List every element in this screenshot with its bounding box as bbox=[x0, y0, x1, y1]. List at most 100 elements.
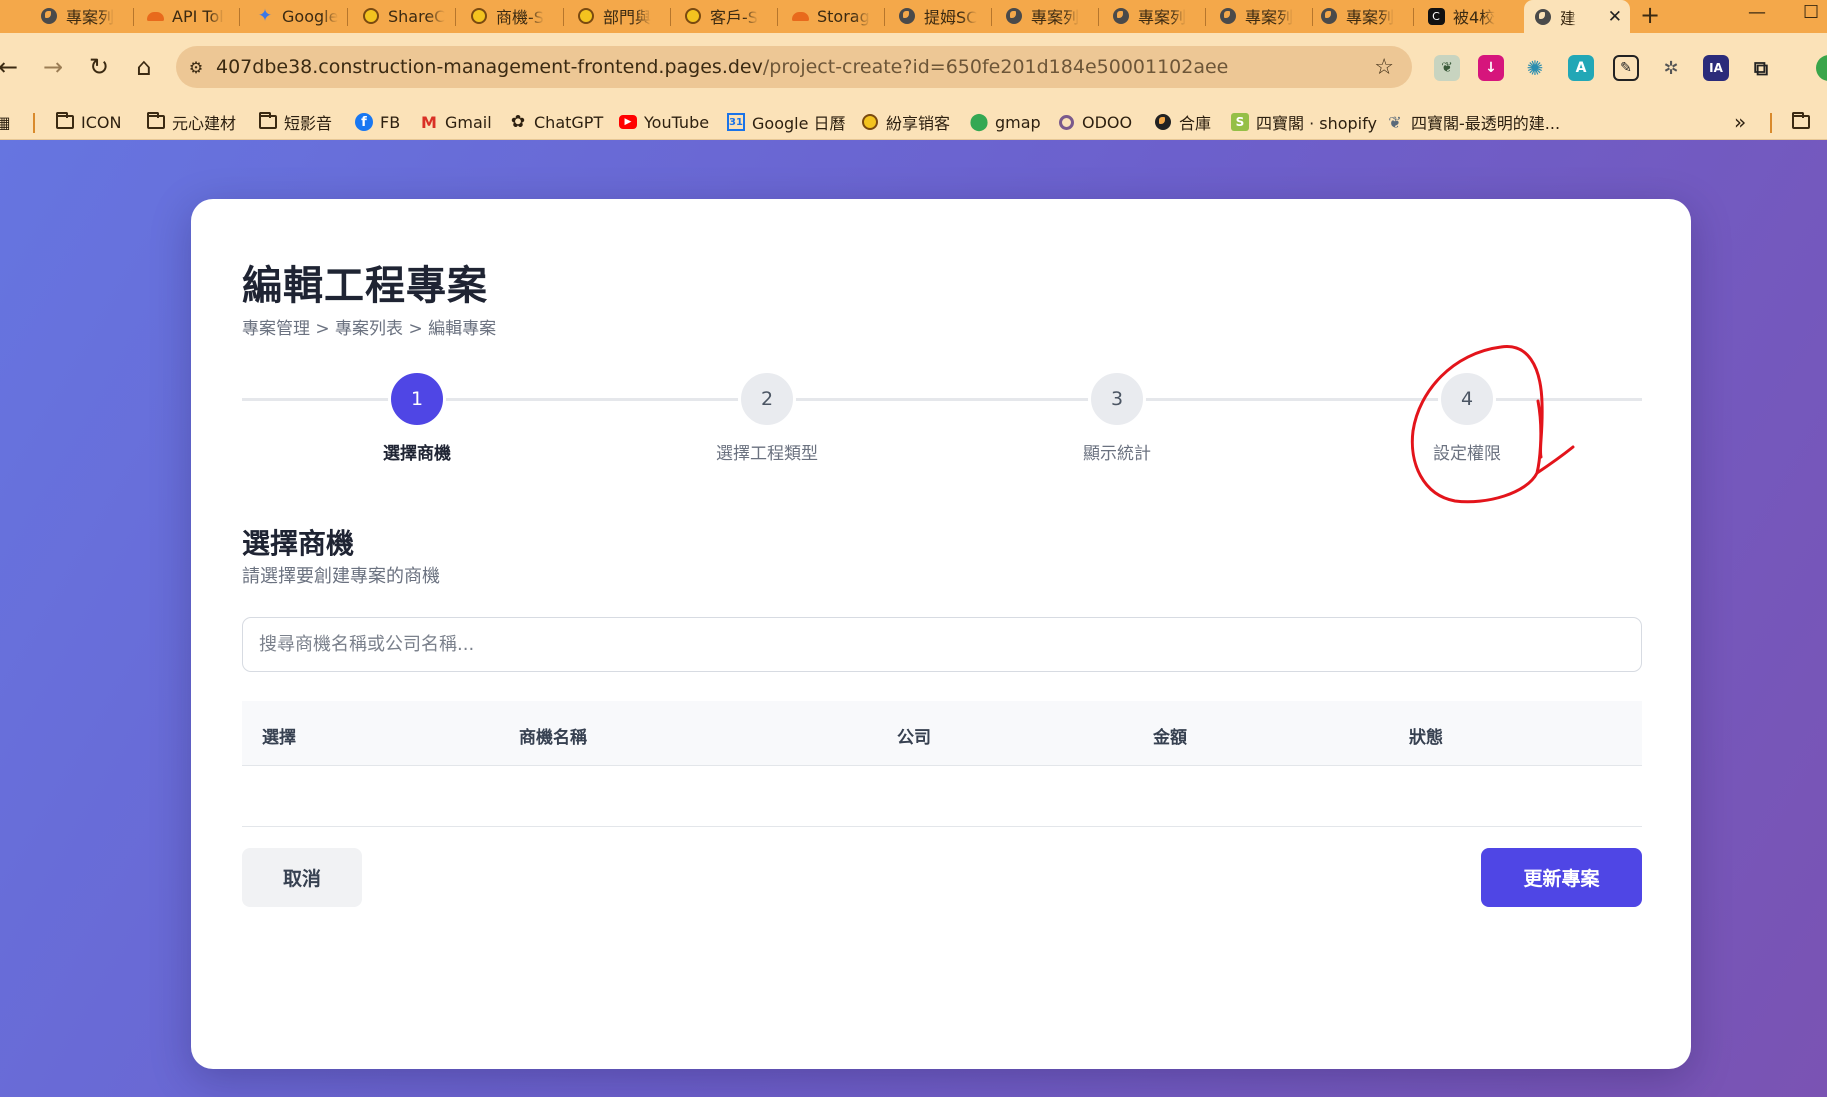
browser-tab[interactable]: ShareC bbox=[352, 2, 456, 30]
browser-tab[interactable]: API Tol bbox=[136, 2, 240, 30]
tab-title: 建 bbox=[1560, 8, 1577, 28]
browser-tab[interactable]: 部門與 bbox=[567, 2, 671, 30]
other-bookmarks-folder[interactable] bbox=[1792, 110, 1810, 134]
globe-icon bbox=[40, 7, 58, 25]
tab-title: 專案列 bbox=[1346, 8, 1395, 27]
tab-title: 專案列 bbox=[66, 8, 115, 27]
step-number: 2 bbox=[738, 370, 796, 428]
bookmarks-overflow-button[interactable]: » bbox=[1734, 110, 1746, 134]
bookmark-item[interactable]: ⬤ gmap bbox=[969, 110, 1040, 134]
arrow-right-icon: → bbox=[42, 53, 64, 81]
browser-tab[interactable]: C 被4校 bbox=[1417, 2, 1521, 30]
extension-translate-icon[interactable]: A bbox=[1568, 55, 1594, 81]
page-background: 編輯工程專案 專案管理 > 專案列表 > 編輯專案 1 選擇商機 2 選擇工程類… bbox=[0, 140, 1827, 1097]
youtube-icon: ▶ bbox=[619, 115, 637, 129]
browser-tab[interactable]: 專案列 bbox=[1209, 2, 1313, 30]
extension-leaf-icon[interactable]: ❦ bbox=[1434, 55, 1460, 81]
table-header-row: 選擇 商機名稱 公司 金額 狀態 bbox=[242, 701, 1642, 766]
section-subtitle: 請選擇要創建專案的商機 bbox=[242, 566, 440, 587]
step-select-opportunity[interactable]: 1 選擇商機 bbox=[317, 369, 517, 464]
bee-icon bbox=[684, 7, 702, 25]
map-pin-icon: ⬤ bbox=[969, 112, 989, 132]
browser-tab[interactable]: 專案列 bbox=[995, 2, 1099, 30]
step-set-permissions[interactable]: 4 設定權限 bbox=[1367, 369, 1567, 464]
browser-tab[interactable]: Storag bbox=[781, 2, 885, 30]
step-show-statistics[interactable]: 3 顯示統計 bbox=[1017, 369, 1217, 464]
column-header-opportunity-name[interactable]: 商機名稱 bbox=[519, 723, 587, 748]
bookmark-item[interactable]: 短影音 bbox=[259, 110, 332, 134]
url-text[interactable]: 407dbe38.construction-management-fronten… bbox=[216, 56, 1228, 78]
column-header-status[interactable]: 狀態 bbox=[1409, 723, 1443, 748]
bookmark-item[interactable]: f FB bbox=[355, 110, 400, 134]
back-button[interactable]: ← bbox=[0, 47, 28, 87]
folder-icon bbox=[56, 112, 74, 131]
browser-tab[interactable]: 專案列 bbox=[30, 2, 134, 30]
chatgpt-icon: ✿ bbox=[510, 112, 526, 132]
browser-tab[interactable]: 專案列 bbox=[1102, 2, 1206, 30]
extension-edit-icon[interactable]: ✎ bbox=[1613, 55, 1639, 81]
tab-title: 專案列 bbox=[1138, 8, 1187, 27]
home-button[interactable]: ⌂ bbox=[124, 47, 164, 87]
odoo-icon bbox=[1057, 113, 1075, 131]
new-tab-button[interactable]: + bbox=[1640, 1, 1660, 29]
bookmarks-bar: ▦ ICON 元心建材 短影音 f FB M Gmail ✿ ChatGPT ▶ You… bbox=[0, 103, 1827, 140]
extension-ai-icon[interactable]: ✺ bbox=[1522, 55, 1548, 81]
site-settings-icon[interactable]: ⚙ bbox=[176, 58, 216, 77]
bookmark-item[interactable]: ✿ ChatGPT bbox=[509, 110, 603, 134]
bookmark-item[interactable]: ICON bbox=[56, 110, 121, 134]
butterfly-icon: ❦ bbox=[1388, 112, 1402, 132]
opportunity-search-input[interactable] bbox=[242, 617, 1642, 672]
column-header-select[interactable]: 選擇 bbox=[262, 723, 296, 748]
facebook-icon: f bbox=[355, 113, 373, 131]
browser-tab[interactable]: 專案列 bbox=[1310, 2, 1414, 30]
globe-icon bbox=[898, 7, 916, 25]
bookmark-item[interactable]: ODOO bbox=[1057, 110, 1132, 134]
close-icon[interactable]: ✕ bbox=[1608, 7, 1622, 27]
step-select-project-type[interactable]: 2 選擇工程類型 bbox=[667, 369, 867, 464]
extension-ia-icon[interactable]: IA bbox=[1703, 55, 1729, 81]
apps-grid-icon: ▦ bbox=[0, 112, 11, 132]
forward-button[interactable]: → bbox=[33, 47, 73, 87]
tab-title: 被4校 bbox=[1453, 8, 1496, 27]
column-header-company[interactable]: 公司 bbox=[897, 723, 931, 748]
browser-tab[interactable]: 客戶-S bbox=[674, 2, 778, 30]
browser-tab[interactable]: 提姆SC bbox=[888, 2, 992, 30]
bookmark-item[interactable]: ▶ YouTube bbox=[619, 110, 709, 134]
address-bar[interactable]: ⚙ 407dbe38.construction-management-front… bbox=[176, 46, 1412, 88]
browser-tab[interactable]: ✦ Google bbox=[246, 2, 348, 30]
profile-avatar[interactable] bbox=[1816, 55, 1827, 81]
cloud-icon bbox=[791, 7, 809, 25]
reload-button[interactable]: ↻ bbox=[79, 47, 119, 87]
tab-list-button[interactable]: ⌄ bbox=[0, 2, 4, 30]
bookmark-item[interactable]: 元心建材 bbox=[147, 110, 236, 134]
opportunity-table: 選擇 商機名稱 公司 金額 狀態 bbox=[242, 701, 1642, 827]
step-number: 1 bbox=[388, 370, 446, 428]
maximize-button[interactable]: ☐ bbox=[1803, 2, 1819, 23]
step-number: 3 bbox=[1088, 370, 1146, 428]
column-header-amount[interactable]: 金額 bbox=[1153, 723, 1187, 748]
bookmark-item[interactable]: M Gmail bbox=[420, 110, 492, 134]
tab-title: 客戶-S bbox=[710, 8, 758, 27]
browser-tab[interactable]: 商機-S bbox=[460, 2, 564, 30]
cancel-button[interactable]: 取消 bbox=[242, 848, 362, 907]
extension-bug-icon[interactable]: ✲ bbox=[1658, 55, 1684, 81]
apps-button[interactable]: ▦ bbox=[0, 110, 12, 134]
folder-icon bbox=[147, 112, 165, 131]
extension-download-icon[interactable]: ↓ bbox=[1478, 55, 1504, 81]
minimize-button[interactable]: — bbox=[1748, 2, 1766, 23]
edit-project-card: 編輯工程專案 專案管理 > 專案列表 > 編輯專案 1 選擇商機 2 選擇工程類… bbox=[191, 199, 1691, 1069]
bookmark-star-icon[interactable]: ☆ bbox=[1374, 55, 1394, 80]
bookmark-item[interactable]: 紛享销客 bbox=[861, 110, 950, 134]
bookmark-item[interactable]: S 四寶閣 · shopify bbox=[1231, 110, 1377, 134]
globe-icon bbox=[1320, 7, 1338, 25]
update-project-button[interactable]: 更新專案 bbox=[1481, 848, 1642, 907]
tab-title: 商機-S bbox=[496, 8, 544, 27]
tab-title: 提姆SC bbox=[924, 8, 978, 27]
bookmark-item[interactable]: 31 Google 日曆 bbox=[727, 110, 846, 134]
extensions-puzzle-icon[interactable]: ⧉ bbox=[1748, 55, 1774, 81]
bookmark-item[interactable]: ❦ 四寶閣-最透明的建... bbox=[1386, 110, 1560, 134]
browser-tab-active[interactable]: 建 ✕ bbox=[1524, 0, 1630, 33]
bee-icon bbox=[861, 113, 879, 131]
app-icon: C bbox=[1427, 7, 1445, 25]
bookmark-item[interactable]: 合庫 bbox=[1154, 110, 1211, 134]
